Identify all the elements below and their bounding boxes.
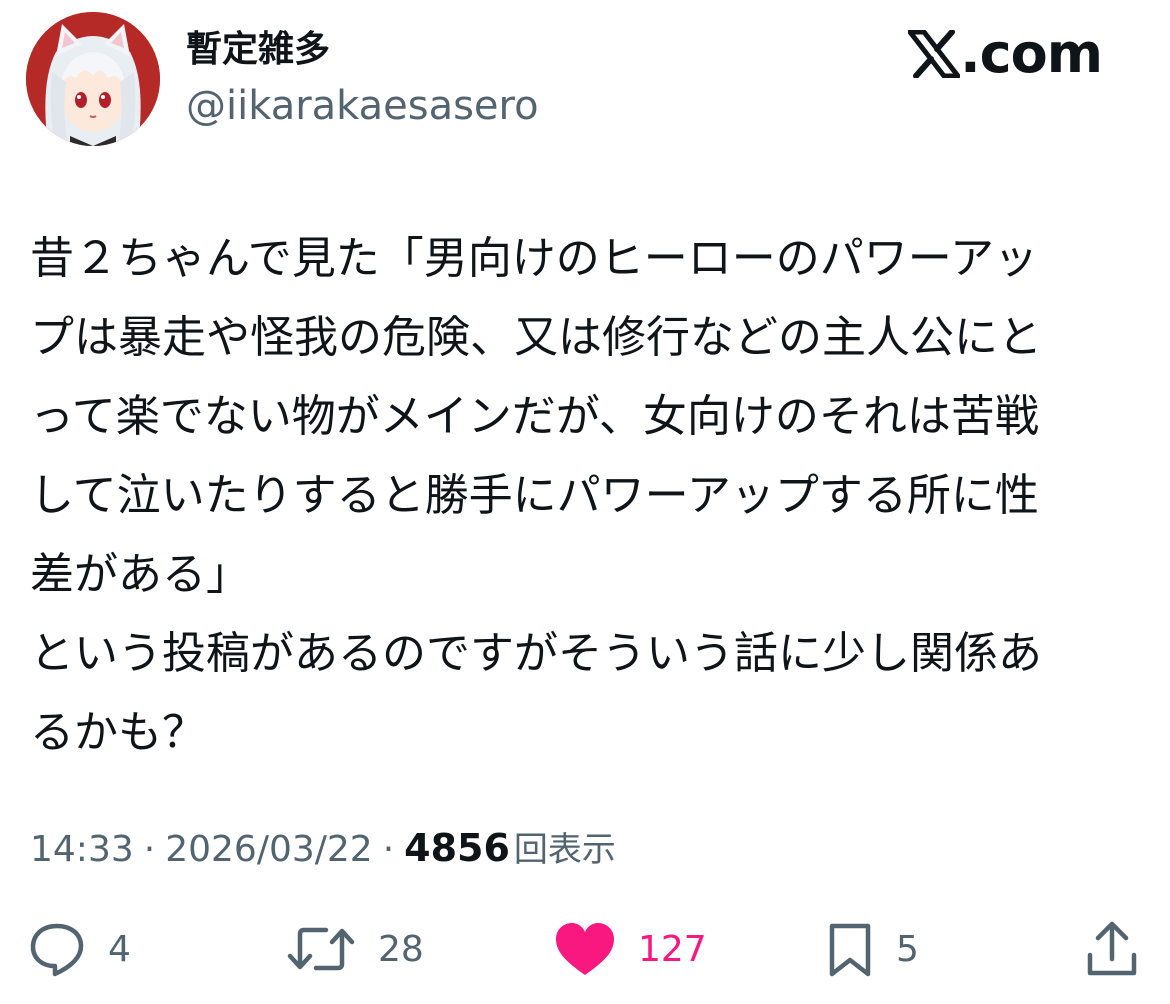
view-count: 4856 <box>404 826 510 870</box>
bookmark-icon <box>829 923 871 977</box>
heart-icon <box>556 923 614 975</box>
view-count-label: 回表示 <box>513 830 616 870</box>
bookmark-button[interactable]: 5 <box>826 914 919 984</box>
tweet-line: るかも？ <box>30 707 206 758</box>
tweet-line: して泣いたりすると勝手にパワーアップする所に性 <box>30 470 1039 521</box>
tweet-line: 昔２ちゃんで見た「男向けのヒーローのパワーアッ <box>30 233 1039 284</box>
tweet-text: 昔２ちゃんで見た「男向けのヒーローのパワーアッ プは暴走や怪我の危険、又は修行な… <box>30 219 1140 772</box>
share-button[interactable] <box>1084 914 1140 984</box>
meta-separator: · <box>382 829 395 870</box>
tweet-line: って楽でない物がメインだが、女向けのそれは苦戦 <box>30 391 1039 442</box>
bookmark-count: 5 <box>896 928 919 970</box>
retweet-button[interactable]: 28 <box>286 914 424 984</box>
meta-separator: · <box>143 829 156 870</box>
tweet-time[interactable]: 14:33 <box>30 822 134 878</box>
reply-button[interactable]: 4 <box>28 914 131 984</box>
brand-logo: .com <box>908 22 1103 85</box>
avatar[interactable] <box>26 12 160 146</box>
like-button[interactable]: 127 <box>554 914 707 984</box>
tweet-line: 差がある」 <box>30 549 250 600</box>
display-name[interactable]: 暫定雑多 <box>186 26 330 74</box>
share-icon <box>1087 921 1137 976</box>
like-count: 127 <box>638 928 707 970</box>
tweet-line: という投稿があるのですがそういう話に少し関係あ <box>30 628 1042 679</box>
avatar-image <box>26 12 160 146</box>
user-handle[interactable]: @iikarakaesasero <box>186 80 539 132</box>
action-bar: 4 28 127 5 <box>0 914 1170 984</box>
brand-text: .com <box>960 22 1103 85</box>
tweet-meta: 14:33 · 2026/03/22 · 4856 回表示 <box>30 820 616 878</box>
tweet-date[interactable]: 2026/03/22 <box>165 822 373 878</box>
reply-count: 4 <box>108 928 131 970</box>
reply-icon <box>30 923 84 977</box>
tweet-line: プは暴走や怪我の危険、又は修行などの主人公にと <box>30 312 1042 363</box>
retweet-icon <box>287 927 355 971</box>
x-logo-icon <box>908 30 961 78</box>
retweet-count: 28 <box>378 928 424 970</box>
